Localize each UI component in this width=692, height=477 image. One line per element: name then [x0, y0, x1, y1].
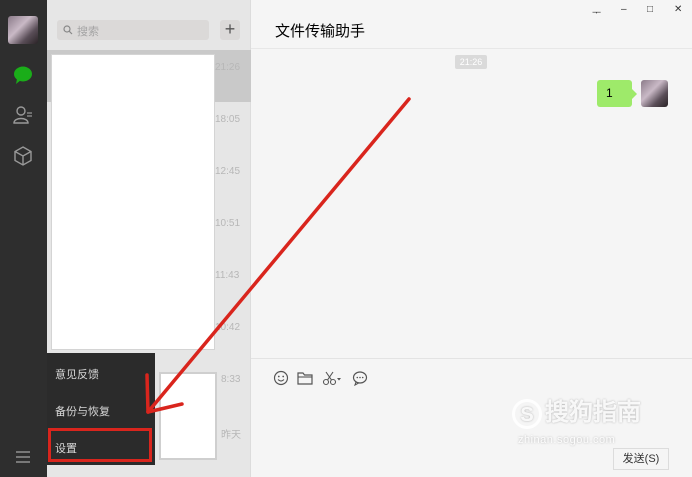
user-avatar[interactable]: [8, 16, 38, 44]
collections-icon[interactable]: [12, 145, 34, 167]
search-icon: [63, 25, 73, 35]
menu-item-feedback[interactable]: 意见反馈: [55, 366, 99, 382]
input-divider: [251, 358, 692, 359]
chat-title: 文件传输助手: [275, 23, 366, 40]
menu-icon[interactable]: [12, 446, 34, 468]
search-placeholder: 搜索: [77, 26, 99, 38]
send-button[interactable]: 发送(S): [613, 448, 669, 470]
list-item-time: 21:26: [215, 62, 241, 73]
emoji-icon[interactable]: [272, 370, 290, 386]
watermark-url: zhinan.sogou.com: [518, 434, 616, 446]
list-item-time: 8:33: [221, 374, 241, 385]
settings-popup-menu: 意见反馈 备份与恢复 设置: [47, 353, 155, 465]
list-item-time: 18:05: [215, 114, 241, 125]
message-avatar: [641, 80, 668, 107]
watermark-text: 搜狗指南: [545, 399, 641, 426]
maximize-icon[interactable]: □: [647, 4, 653, 15]
list-item-time: 10:42: [215, 322, 241, 333]
list-item-time: 11:43: [215, 270, 240, 281]
sidebar: [0, 0, 47, 477]
redaction-block: [51, 54, 215, 350]
pin-icon[interactable]: ᅮ: [592, 4, 601, 19]
sogou-watermark-logo: S 搜狗指南: [512, 392, 641, 429]
chat-history-icon[interactable]: [351, 370, 369, 386]
contacts-icon[interactable]: [12, 104, 34, 126]
message-time-chip: 21:26: [455, 55, 487, 69]
annotation-highlight-box: [48, 428, 152, 462]
sogou-logo-icon: S: [512, 398, 542, 429]
chat-icon[interactable]: [12, 64, 34, 86]
header-divider: [251, 48, 692, 49]
list-item-time: 昨天: [221, 430, 241, 441]
add-chat-button[interactable]: +: [220, 20, 240, 40]
minimize-icon[interactable]: –: [621, 4, 627, 15]
menu-item-backup-restore[interactable]: 备份与恢复: [55, 403, 110, 419]
message-bubble[interactable]: 1: [597, 80, 637, 107]
list-item-time: 10:51: [215, 218, 241, 229]
close-icon[interactable]: ✕: [674, 4, 682, 15]
search-input[interactable]: 搜索: [57, 20, 209, 40]
screenshot-scissors-icon[interactable]: [321, 370, 343, 386]
redaction-block: [159, 372, 217, 460]
list-item-time: 12:45: [215, 166, 241, 177]
folder-icon[interactable]: [296, 370, 314, 386]
